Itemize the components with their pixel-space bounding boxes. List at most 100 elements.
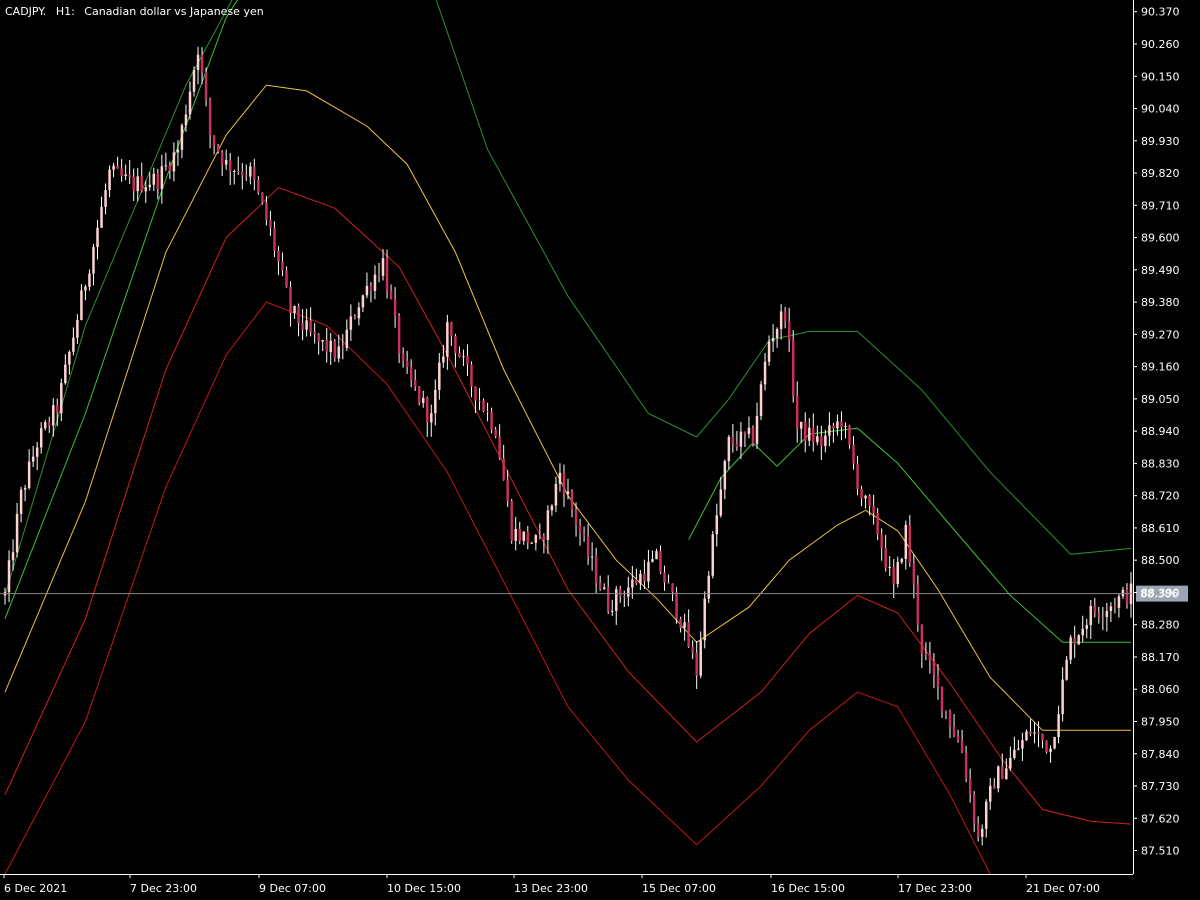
y-tick-label: 89.490 xyxy=(1141,264,1180,277)
candle-body xyxy=(570,491,574,510)
candle-body xyxy=(944,710,948,712)
candle-body xyxy=(365,285,369,296)
candle-body xyxy=(972,794,976,824)
candle-body xyxy=(220,151,224,165)
candle-body xyxy=(96,227,99,248)
candle-body xyxy=(172,152,176,172)
y-tick-label: 89.160 xyxy=(1141,361,1180,374)
candle-body xyxy=(562,472,566,495)
candle-body xyxy=(7,560,11,593)
candle-body xyxy=(880,534,883,549)
candle-body xyxy=(1085,625,1088,629)
candle-body xyxy=(241,171,244,176)
candle-body xyxy=(88,273,91,287)
candle-body xyxy=(325,340,328,352)
candle-body xyxy=(980,828,984,837)
candle-body xyxy=(446,322,449,357)
candle-body xyxy=(1041,734,1044,741)
candle-body xyxy=(474,386,477,401)
candle-body xyxy=(1065,659,1068,680)
candle-body xyxy=(655,551,658,560)
candle-body xyxy=(253,166,256,181)
candle-body xyxy=(417,386,421,403)
candle-body xyxy=(52,405,55,426)
candle-body xyxy=(301,323,304,330)
candle-body xyxy=(888,566,891,569)
candle-body xyxy=(112,165,115,170)
candle-body xyxy=(928,654,932,661)
candle-body xyxy=(409,366,413,380)
candle-body xyxy=(824,435,827,447)
candle-body xyxy=(848,426,851,445)
candle-body xyxy=(703,598,706,641)
candle-body xyxy=(120,168,123,177)
candle-body xyxy=(357,307,361,319)
candle-body xyxy=(651,559,654,562)
candle-body xyxy=(490,411,493,430)
candle-body xyxy=(615,589,618,611)
candle-body xyxy=(450,322,453,337)
candle-body xyxy=(755,415,759,444)
candle-body xyxy=(349,316,353,330)
candle-body xyxy=(192,69,196,92)
candle-body xyxy=(168,165,172,172)
candle-body xyxy=(1093,605,1097,614)
candle-body xyxy=(23,487,27,490)
y-tick-label: 87.950 xyxy=(1141,715,1180,728)
candle-body xyxy=(224,159,228,165)
candle-body xyxy=(542,536,546,540)
x-tick-label: 7 Dec 23:00 xyxy=(130,882,197,895)
candle-body xyxy=(361,295,365,308)
candle-body xyxy=(277,250,280,262)
y-tick-label: 90.370 xyxy=(1141,6,1180,19)
candle-body xyxy=(470,364,473,387)
candle-body xyxy=(269,220,272,228)
candle-body xyxy=(48,422,51,426)
candle-body xyxy=(56,405,59,414)
candle-body xyxy=(1053,737,1056,749)
candle-body xyxy=(840,421,843,427)
price-chart[interactable]: 88.386 90.37090.26090.15090.04089.93089.… xyxy=(0,0,1200,900)
candle-body xyxy=(1081,628,1084,636)
candle-body xyxy=(779,311,783,330)
candle-body xyxy=(610,610,614,612)
candle-body xyxy=(434,389,437,414)
candle-body xyxy=(852,444,855,464)
candle-body xyxy=(31,456,35,462)
candle-body xyxy=(727,436,731,462)
candle-body xyxy=(208,99,212,136)
candle-body xyxy=(305,320,308,330)
candle-body xyxy=(763,361,767,385)
candle-body xyxy=(76,320,79,338)
candle-body xyxy=(84,286,87,291)
candle-body xyxy=(876,513,879,535)
candle-body xyxy=(494,429,497,437)
y-tick-label: 90.150 xyxy=(1141,70,1180,83)
candle-body xyxy=(482,400,485,412)
x-tick-label: 17 Dec 23:00 xyxy=(898,882,972,895)
candle-body xyxy=(385,258,389,291)
candle-body xyxy=(968,778,972,795)
candle-body xyxy=(743,431,747,434)
candle-body xyxy=(333,340,336,359)
candle-body xyxy=(245,175,248,177)
candle-body xyxy=(1077,635,1080,645)
candle-body xyxy=(152,173,156,185)
y-tick-label: 89.600 xyxy=(1141,232,1180,245)
candle-body xyxy=(337,346,341,359)
candle-body xyxy=(832,425,835,429)
candle-body xyxy=(1029,731,1032,734)
candle-body xyxy=(844,426,847,428)
x-tick-label: 13 Dec 23:00 xyxy=(514,882,588,895)
candle-body xyxy=(554,483,558,506)
candle-body xyxy=(675,592,678,619)
candle-body xyxy=(924,653,928,655)
candle-body xyxy=(64,364,67,384)
candle-body xyxy=(804,421,807,441)
candle-body xyxy=(502,458,505,480)
candle-body xyxy=(864,495,867,499)
candle-body xyxy=(1113,606,1117,608)
candle-body xyxy=(369,285,373,291)
candle-body xyxy=(816,436,819,443)
candle-body xyxy=(204,72,208,100)
